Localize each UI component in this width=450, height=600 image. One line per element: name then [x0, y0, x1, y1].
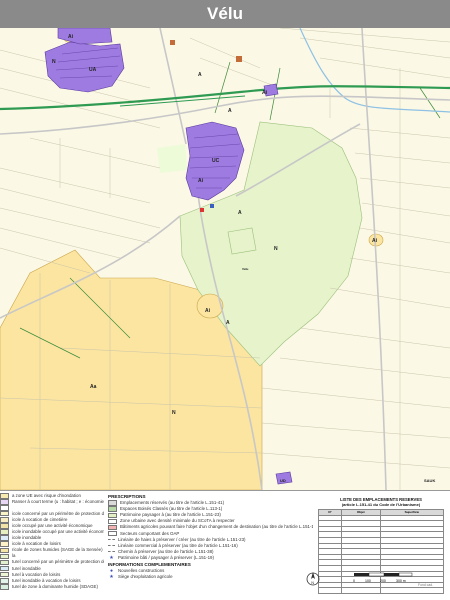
legend-zone-label: ricole de zones humides (SAGE de la Sens…: [12, 547, 103, 553]
prescription-item: ★ Patrimoine bâti / paysager à préserver …: [108, 555, 313, 561]
north-arrow: N: [306, 572, 320, 586]
reserves-subtitle: (article L.151-41 du Code de l'Urbanisme…: [341, 502, 421, 507]
prescription-label: Patrimoine bâti / paysager à préserver (…: [118, 554, 214, 560]
scale-bar: 0 100 200 300 m: [353, 572, 413, 583]
legend-swatch: [0, 584, 9, 590]
legend-symbol: ★: [109, 554, 114, 561]
credit-text: Fond cad.: [418, 583, 434, 587]
scale-label: 0: [353, 579, 355, 583]
title-bar: Vélu: [0, 0, 450, 28]
legend-swatch: [0, 535, 9, 541]
legend-swatch: [0, 541, 9, 547]
zone-label-n-bottom: N: [172, 410, 176, 416]
legend-symbol: [108, 524, 117, 531]
legend-swatch: [0, 510, 9, 517]
legend: a zone UE avec risque d'inondation Ranser…: [0, 490, 450, 600]
zone-label-ud: UD: [280, 478, 286, 483]
reserves-row: [317, 587, 445, 594]
natural-zone-small: [227, 227, 257, 255]
map-canvas: N Ai A A Ai UA UC Ai A N Vélu Ai Ai A Aa…: [0, 28, 450, 490]
legend-zones-column: a zone UE avec risque d'inondation Ranser…: [0, 493, 104, 590]
info-label: Siège d'exploitation agricole: [118, 574, 173, 580]
zone-label-a-mid2: A: [226, 320, 230, 326]
legend-swatch: [0, 499, 9, 505]
legend-symbol: [108, 530, 117, 537]
legend-swatch: [0, 547, 9, 554]
info-list: ● Nouvelles constructions ★ Siège d'exploit…: [108, 568, 313, 580]
legend-symbol: [108, 512, 117, 519]
legend-swatch: [0, 571, 9, 578]
zoning-map[interactable]: N Ai A A Ai UA UC Ai A N Vélu Ai Ai A Aa…: [0, 28, 450, 490]
zone-label-ua: UA: [89, 67, 97, 73]
legend-swatch: [0, 578, 9, 584]
zone-label-n-top: N: [52, 59, 56, 65]
legend-swatch: [0, 523, 9, 529]
zone-label-sauk: SAUK: [424, 478, 435, 483]
legend-swatch: [0, 565, 9, 572]
zone-label-a-mid: A: [228, 108, 232, 114]
farm-headquarters-icon: ★: [109, 574, 114, 581]
legend-zone-label: turel de zone à dominante humide (SDAGE): [12, 583, 98, 589]
zone-label-velu-small: Vélu: [242, 267, 249, 271]
legend-zone-item: ricole de zones humides (SAGE de la Sens…: [0, 547, 104, 554]
zone-label-aa: Aa: [90, 384, 97, 390]
page-title: Vélu: [207, 4, 243, 23]
zone-label-ai-top: Ai: [68, 34, 74, 40]
zone-label-a-top: A: [198, 72, 202, 78]
legend-swatch: [0, 559, 9, 566]
legend-symbol: [108, 545, 115, 547]
scale-label: 100: [365, 579, 371, 583]
legend-swatch: [0, 517, 9, 523]
legend-symbol: [108, 500, 117, 506]
info-item: ★ Siège d'exploitation agricole: [108, 574, 313, 580]
reserves-cell: [379, 587, 445, 594]
equipment-zone: [157, 144, 187, 173]
legend-symbol: [108, 539, 115, 541]
zone-label-ai-station: Ai: [262, 90, 268, 96]
legend-swatch: [0, 505, 9, 511]
zone-label-n-center: N: [274, 246, 278, 252]
prescriptions-list: Emplacements réservés (au titre de l'art…: [108, 500, 313, 561]
legend-symbol: [108, 518, 117, 525]
reserves-cell: [341, 587, 381, 594]
legend-symbol: [108, 506, 117, 512]
legend-zone-label: Ranser à court terme (u : habitat ; e : …: [12, 499, 104, 505]
reserves-cell: [317, 587, 343, 594]
legend-prescriptions-column: PRESCRIPTIONS Emplacements réservés (au …: [108, 493, 313, 580]
zone-label-uc: UC: [212, 158, 220, 164]
legend-zone-item: turel de zone à dominante humide (SDAGE): [0, 584, 104, 590]
north-label: N: [311, 580, 314, 585]
zone-label-a-village: A: [238, 210, 242, 216]
legend-symbol: [108, 551, 115, 553]
scale-label: 200: [380, 579, 386, 583]
legend-swatch: [0, 493, 9, 499]
legend-swatch: [0, 553, 9, 560]
urban-zone-ua-village: [44, 41, 125, 93]
zone-label-ai-village: Ai: [198, 178, 204, 184]
zone-label-ai-east: Ai: [372, 238, 378, 244]
page: Vélu N Ai A A Ai UA UC Ai A N Vélu Ai Ai…: [0, 0, 450, 600]
legend-swatch: [0, 529, 9, 535]
legend-zone-item: Ranser à court terme (u : habitat ; e : …: [0, 499, 104, 505]
zone-label-ai-mid: Ai: [205, 308, 211, 314]
scale-label: 300 m: [396, 579, 406, 583]
